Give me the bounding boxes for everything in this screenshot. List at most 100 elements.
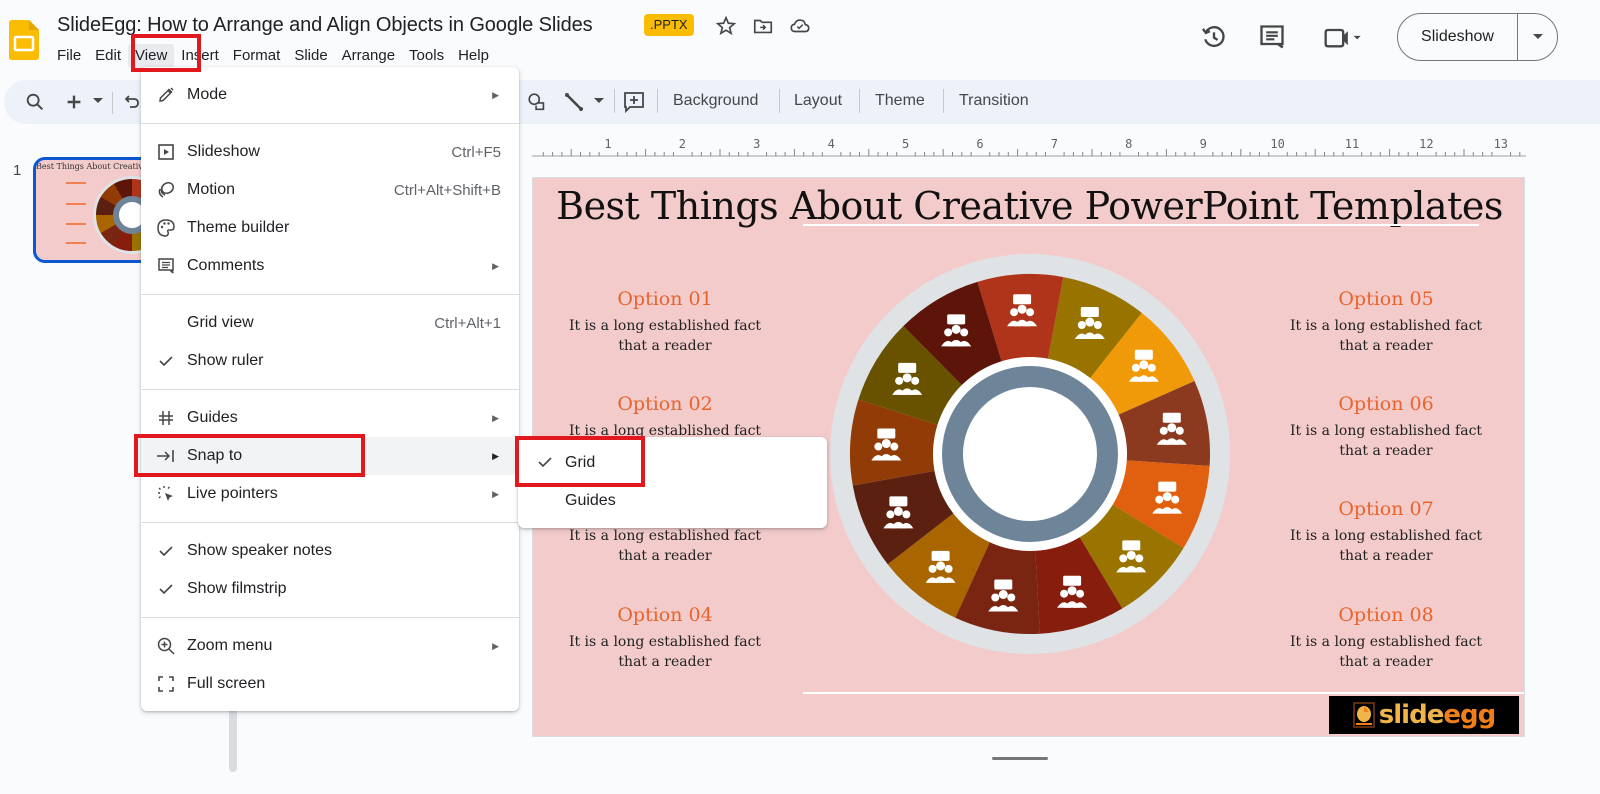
menu-label: Guides bbox=[187, 409, 238, 426]
option-07[interactable]: Option 07 It is a long established fact t… bbox=[1256, 498, 1516, 566]
palette-icon bbox=[155, 217, 177, 239]
menu-divider bbox=[141, 294, 519, 295]
wheel-center[interactable] bbox=[963, 387, 1097, 521]
new-slide-icon[interactable] bbox=[63, 91, 85, 113]
document-title[interactable]: SlideEgg: How to Arrange and Align Objec… bbox=[57, 14, 593, 37]
menu-item-grid-view[interactable]: Grid view Ctrl+Alt+1 bbox=[141, 304, 519, 342]
menu-item-show-ruler[interactable]: Show ruler bbox=[141, 342, 519, 380]
menu-file[interactable]: File bbox=[50, 44, 88, 68]
grid-icon bbox=[155, 407, 177, 429]
ruler-tick-label: 1 bbox=[604, 137, 611, 151]
desc-line: It is a long established fact bbox=[1289, 423, 1483, 439]
option-08[interactable]: Option 08 It is a long established fact t… bbox=[1256, 604, 1516, 672]
menu-item-guides[interactable]: Guides ▶ bbox=[141, 399, 519, 437]
menu-label: Full screen bbox=[187, 675, 266, 692]
menu-item-full-screen[interactable]: Full screen bbox=[141, 665, 519, 703]
submenu-item-grid[interactable]: Grid bbox=[518, 445, 827, 483]
line-icon[interactable] bbox=[562, 90, 586, 114]
background-button[interactable]: Background bbox=[673, 92, 758, 110]
fullscreen-icon bbox=[155, 673, 177, 695]
option-title: Option 01 bbox=[617, 288, 713, 310]
layout-button[interactable]: Layout bbox=[794, 92, 842, 110]
menu-view[interactable]: View bbox=[128, 44, 175, 68]
horizontal-ruler[interactable]: 1 2 3 4 5 6 7 8 9 10 11 12 13 bbox=[532, 136, 1526, 158]
ruler-tick-label: 5 bbox=[902, 137, 909, 151]
menu-item-slideshow[interactable]: Slideshow Ctrl+F5 bbox=[141, 133, 519, 171]
meet-icon[interactable] bbox=[1322, 23, 1362, 51]
version-history-icon[interactable] bbox=[1200, 23, 1228, 51]
snap-icon bbox=[155, 445, 177, 467]
move-to-folder-icon[interactable] bbox=[752, 15, 774, 37]
ruler-tick-label: 11 bbox=[1345, 137, 1359, 151]
slide-title[interactable]: Best Things About Creative PowerPoint Te… bbox=[533, 184, 1524, 228]
menu-tools[interactable]: Tools bbox=[402, 44, 451, 68]
option-title: Option 02 bbox=[617, 393, 713, 415]
header: SlideEgg: How to Arrange and Align Objec… bbox=[0, 0, 1600, 76]
menu-item-show-filmstrip[interactable]: Show filmstrip bbox=[141, 570, 519, 608]
menu-item-comments[interactable]: Comments ▶ bbox=[141, 247, 519, 285]
menu-edit[interactable]: Edit bbox=[88, 44, 128, 68]
comments-icon bbox=[155, 255, 177, 277]
submenu-label: Guides bbox=[565, 492, 616, 509]
menu-divider bbox=[141, 617, 519, 618]
menu-insert[interactable]: Insert bbox=[174, 44, 226, 68]
shape-icon[interactable] bbox=[526, 91, 548, 113]
search-menus-icon[interactable] bbox=[24, 91, 46, 113]
desc-line: that a reader bbox=[618, 338, 712, 354]
menu-label: Live pointers bbox=[187, 485, 278, 502]
new-slide-caret-icon[interactable] bbox=[92, 97, 104, 105]
slideshow-button[interactable]: Slideshow bbox=[1397, 13, 1558, 61]
line-caret-icon[interactable] bbox=[593, 97, 605, 105]
option-05[interactable]: Option 05 It is a long established fact t… bbox=[1256, 288, 1516, 356]
menu-item-snap-to[interactable]: Snap to ▶ bbox=[141, 437, 519, 475]
desc-line: that a reader bbox=[1339, 654, 1433, 670]
desc-line: It is a long established fact bbox=[568, 634, 762, 650]
option-04[interactable]: Option 04 It is a long established fact t… bbox=[535, 604, 795, 672]
undo-icon[interactable] bbox=[124, 93, 140, 111]
menu-help[interactable]: Help bbox=[451, 44, 496, 68]
transition-button[interactable]: Transition bbox=[959, 92, 1029, 110]
add-comment-icon[interactable] bbox=[622, 90, 646, 114]
theme-button[interactable]: Theme bbox=[875, 92, 925, 110]
cloud-saved-icon[interactable] bbox=[789, 15, 811, 37]
desc-line: It is a long established fact bbox=[1289, 318, 1483, 334]
ruler-tick-label: 8 bbox=[1125, 137, 1132, 151]
desc-line: that a reader bbox=[618, 654, 712, 670]
desc-line: that a reader bbox=[618, 548, 712, 564]
star-icon[interactable] bbox=[715, 15, 737, 37]
speaker-notes-resize-handle[interactable] bbox=[992, 757, 1048, 760]
snap-to-submenu: Grid Guides bbox=[518, 437, 827, 528]
menu-item-zoom-menu[interactable]: Zoom menu ▶ bbox=[141, 627, 519, 665]
submenu-item-guides[interactable]: Guides bbox=[518, 483, 827, 521]
menu-item-motion[interactable]: Motion Ctrl+Alt+Shift+B bbox=[141, 171, 519, 209]
submenu-arrow-icon: ▶ bbox=[492, 640, 499, 651]
slideshow-dropdown[interactable] bbox=[1518, 33, 1557, 41]
menu-slide[interactable]: Slide bbox=[287, 44, 334, 68]
menu-label: Slideshow bbox=[187, 143, 260, 160]
ruler-tick-label: 12 bbox=[1419, 137, 1433, 151]
menu-item-mode[interactable]: Mode ▶ bbox=[141, 76, 519, 114]
submenu-arrow-icon: ▶ bbox=[492, 450, 499, 461]
option-title: Option 05 bbox=[1338, 288, 1434, 310]
option-01[interactable]: Option 01 It is a long established fact t… bbox=[535, 288, 795, 356]
circular-wheel-diagram[interactable] bbox=[829, 253, 1231, 655]
option-desc: It is a long established fact that a read… bbox=[1256, 316, 1516, 356]
option-desc: It is a long established fact that a read… bbox=[1256, 421, 1516, 461]
menu-label: Comments bbox=[187, 257, 265, 274]
thumbnail-option bbox=[66, 182, 86, 184]
ruler-tick-label: 13 bbox=[1494, 137, 1508, 151]
checkmark-icon bbox=[155, 578, 177, 600]
menu-item-live-pointers[interactable]: Live pointers ▶ bbox=[141, 475, 519, 513]
menu-label: Show speaker notes bbox=[187, 542, 332, 559]
comments-icon[interactable] bbox=[1258, 23, 1286, 51]
slideegg-logo: slide egg bbox=[1329, 696, 1519, 734]
option-06[interactable]: Option 06 It is a long established fact t… bbox=[1256, 393, 1516, 461]
menu-item-show-speaker-notes[interactable]: Show speaker notes bbox=[141, 532, 519, 570]
logo-text-egg: egg bbox=[1443, 700, 1496, 730]
menu-arrange[interactable]: Arrange bbox=[335, 44, 402, 68]
google-slides-logo-icon[interactable] bbox=[9, 20, 39, 60]
menu-item-theme-builder[interactable]: Theme builder bbox=[141, 209, 519, 247]
menu-format[interactable]: Format bbox=[226, 44, 288, 68]
ruler-tick-label: 3 bbox=[753, 137, 760, 151]
slideshow-button-label[interactable]: Slideshow bbox=[1398, 28, 1517, 46]
